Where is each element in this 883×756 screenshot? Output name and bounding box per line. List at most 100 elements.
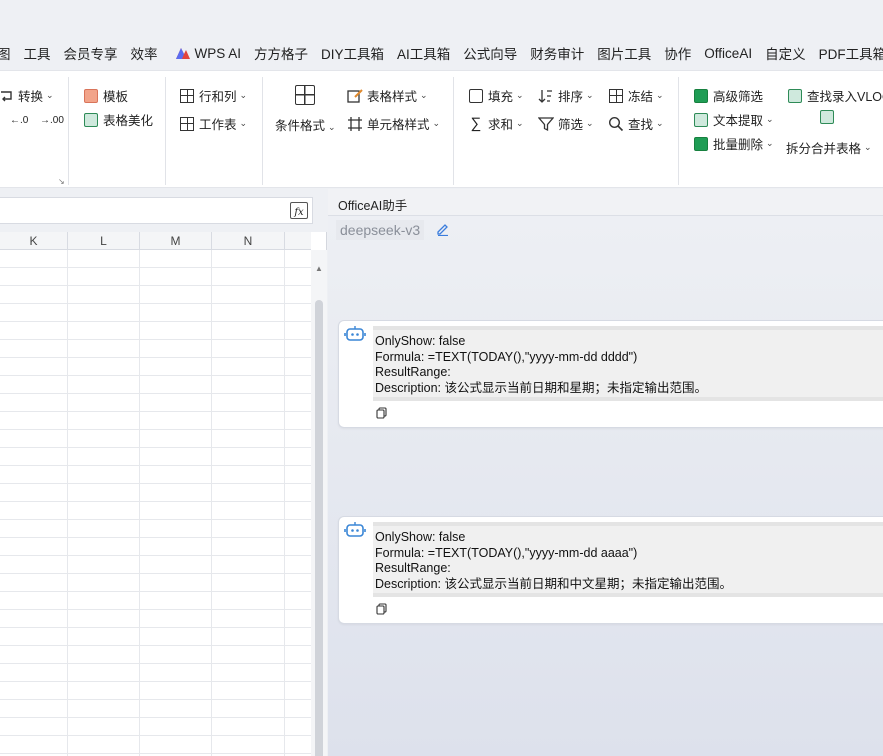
tab-map[interactable]: 图	[0, 43, 11, 63]
column-header-row: K L M N	[0, 232, 311, 250]
freeze-button[interactable]: 冻结 ⌄	[608, 86, 664, 105]
template-label: 模板	[103, 90, 129, 104]
tab-efficiency[interactable]: 效率	[131, 43, 158, 63]
officeai-panel: OfficeAI助手 deepseek-v3 OnlyShow: false F…	[328, 189, 883, 756]
column-header-k[interactable]: K	[0, 232, 68, 250]
ribbon-divider	[262, 77, 263, 185]
find-label: 查找	[628, 118, 654, 132]
chevron-down-icon: ⌄	[516, 118, 524, 128]
decrease-decimal-button[interactable]: ←.0	[10, 115, 28, 126]
sheet-tool-icon	[819, 109, 835, 125]
fill-icon	[468, 88, 484, 104]
tab-collab[interactable]: 协作	[664, 43, 691, 63]
copy-icon[interactable]	[376, 407, 387, 419]
tab-finance-audit[interactable]: 财务审计	[530, 43, 584, 63]
tab-tools[interactable]: 工具	[24, 43, 51, 63]
increase-decimal-icon: →.00	[40, 115, 64, 126]
scroll-up-icon[interactable]: ▲	[315, 264, 323, 273]
batch-delete-button[interactable]: 批量删除 ⌄	[693, 134, 774, 153]
vlookup-icon	[787, 88, 803, 104]
ribbon-divider	[678, 77, 679, 185]
cell-style-label: 单元格样式	[367, 118, 430, 132]
tab-custom[interactable]: 自定义	[765, 43, 806, 63]
ribbon-divider	[68, 77, 69, 185]
copy-icon[interactable]	[376, 603, 387, 615]
worksheet-icon	[179, 116, 195, 132]
edit-icon[interactable]	[436, 222, 450, 236]
template-icon	[83, 88, 99, 104]
rows-cols-icon	[179, 88, 195, 104]
freeze-label: 冻结	[628, 90, 654, 104]
tab-member[interactable]: 会员专享	[64, 43, 118, 63]
formula-input[interactable]: fx	[0, 197, 313, 224]
vertical-scrollbar[interactable]: ▲	[311, 250, 327, 756]
column-header-l[interactable]: L	[68, 232, 140, 250]
column-header-m[interactable]: M	[140, 232, 212, 250]
text-extract-button[interactable]: 文本提取 ⌄	[693, 110, 774, 129]
sort-label: 排序	[558, 90, 584, 104]
tab-diy-toolbox[interactable]: DIY工具箱	[321, 43, 384, 63]
tab-ai-toolbox[interactable]: AI工具箱	[397, 43, 450, 63]
scroll-thumb[interactable]	[315, 300, 323, 756]
lookup-vlookup-label: 查找录入VLOOKUP	[807, 90, 883, 104]
text-extract-label: 文本提取	[713, 114, 764, 128]
fill-button[interactable]: 填充 ⌄	[468, 86, 524, 105]
only-show-line: OnlyShow: false	[375, 334, 466, 348]
cell-grid[interactable]	[0, 250, 311, 756]
chevron-down-icon: ⌄	[328, 122, 336, 132]
vlookup-extra-button[interactable]	[819, 109, 839, 125]
chevron-down-icon: ⌄	[46, 90, 54, 100]
split-merge-label: 拆分合并表格	[786, 142, 862, 156]
advanced-filter-label: 高级筛选	[713, 90, 764, 104]
tab-officeai[interactable]: OfficeAI	[704, 46, 752, 61]
template-button[interactable]: 模板	[83, 86, 128, 105]
ai-message-card: OnlyShow: false Formula: =TEXT(TODAY(),"…	[338, 516, 883, 624]
lookup-vlookup-button[interactable]: 查找录入VLOOKUP	[787, 86, 883, 105]
chevron-down-icon: ⌄	[766, 114, 774, 124]
tab-wps-ai[interactable]: WPS AI	[175, 45, 242, 61]
worksheet-label: 工作表	[199, 118, 237, 132]
tab-wps-ai-label: WPS AI	[194, 45, 242, 61]
cell-style-button[interactable]: 单元格样式 ⌄	[347, 114, 440, 133]
column-header-n[interactable]: N	[212, 232, 285, 250]
worksheet-button[interactable]: 工作表 ⌄	[179, 114, 247, 133]
description-line: Description: 该公式显示当前日期和星期；未指定输出范围。	[375, 380, 707, 395]
sigma-icon: ∑	[470, 115, 482, 132]
filter-icon	[538, 116, 554, 132]
increase-decimal-button[interactable]: →.00	[40, 115, 64, 126]
chevron-down-icon: ⌄	[766, 138, 774, 148]
find-button[interactable]: 查找 ⌄	[608, 114, 664, 133]
spreadsheet: K L M N ▲	[0, 232, 327, 756]
dialog-launcher-icon[interactable]: ↘	[58, 177, 65, 186]
decrease-decimal-icon: ←.0	[10, 115, 29, 126]
chevron-down-icon: ⌄	[656, 118, 664, 128]
formula-line: Formula: =TEXT(TODAY(),"yyyy-mm-dd aaaa"…	[375, 545, 638, 560]
model-selector[interactable]: deepseek-v3	[336, 220, 425, 240]
result-range-line: ResultRange:	[375, 365, 451, 379]
table-beautify-label: 表格美化	[103, 114, 154, 128]
text-extract-icon	[693, 112, 709, 128]
filter-button[interactable]: 筛选 ⌄	[538, 114, 594, 133]
table-beautify-button[interactable]: 表格美化	[83, 110, 153, 129]
tab-image-tools[interactable]: 图片工具	[597, 43, 651, 63]
split-merge-button[interactable]: 拆分合并表格 ⌄	[786, 138, 872, 157]
table-style-label: 表格样式	[367, 90, 418, 104]
sort-button[interactable]: 排序 ⌄	[538, 86, 594, 105]
advanced-filter-button[interactable]: 高级筛选	[693, 86, 763, 105]
description-line: Description: 该公式显示当前日期和中文星期；未指定输出范围。	[375, 576, 732, 591]
sum-label: 求和	[488, 118, 514, 132]
fx-icon[interactable]: fx	[290, 202, 308, 219]
convert-label: 转换	[18, 90, 44, 104]
chevron-down-icon: ⌄	[239, 90, 248, 100]
rows-cols-button[interactable]: 行和列 ⌄	[179, 86, 247, 105]
tab-formula-wizard[interactable]: 公式向导	[463, 43, 517, 63]
tab-fangfang[interactable]: 方方格子	[254, 43, 308, 63]
sum-button[interactable]: ∑ 求和 ⌄	[468, 114, 524, 133]
chevron-down-icon: ⌄	[586, 118, 594, 128]
table-style-button[interactable]: 表格样式 ⌄	[347, 86, 428, 105]
convert-button[interactable]: 转换 ⌄	[0, 86, 54, 105]
tab-pdf-toolbox[interactable]: PDF工具箱	[819, 43, 883, 63]
ribbon-divider	[453, 77, 454, 185]
conditional-format-button[interactable]: 条件格式 ⌄	[275, 85, 337, 135]
beautify-icon	[83, 112, 99, 128]
